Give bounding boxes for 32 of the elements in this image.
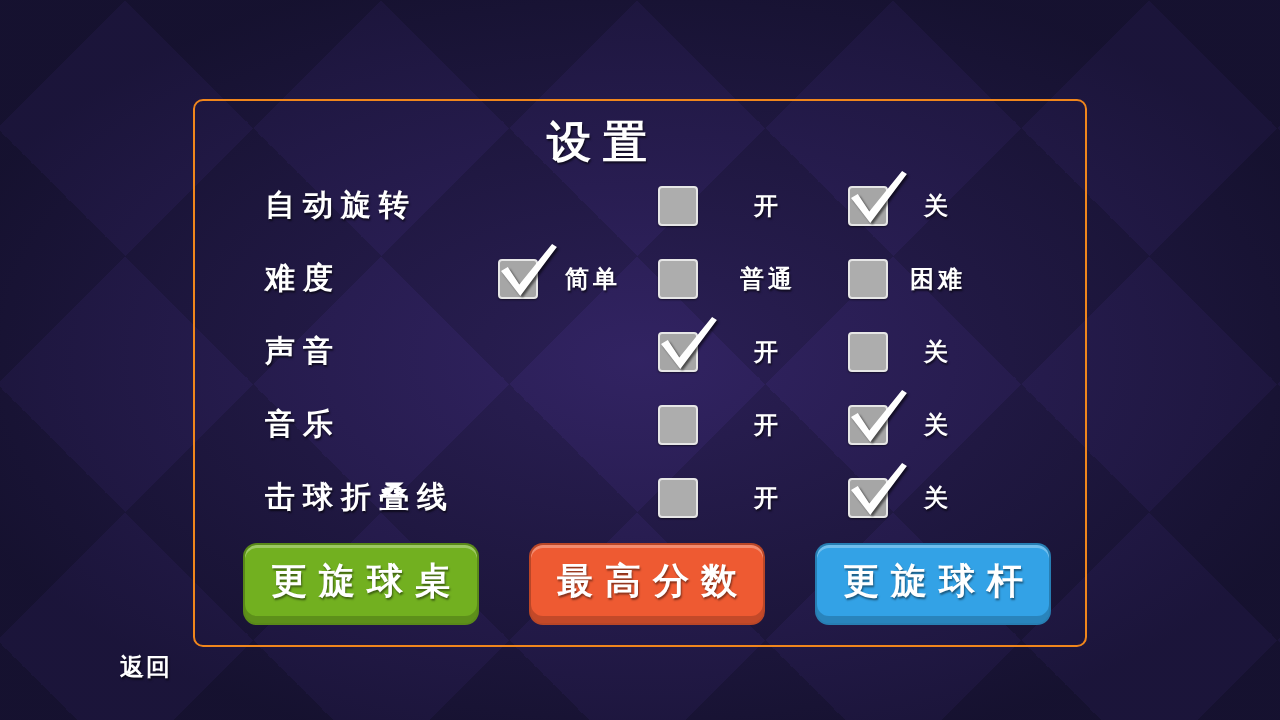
setting-label: 自动旋转 (265, 186, 418, 224)
check-icon (499, 243, 557, 296)
setting-label: 音乐 (265, 405, 342, 443)
option-label: 关 (923, 336, 953, 368)
check-icon (849, 389, 907, 442)
option-label: 简单 (564, 263, 622, 295)
checkbox[interactable] (658, 185, 698, 226)
action-button[interactable]: 更旋球桌 (243, 543, 479, 625)
action-button[interactable]: 更旋球杆 (815, 543, 1051, 625)
check-icon (849, 462, 907, 515)
option-label: 开 (753, 409, 783, 441)
option-label: 困难 (909, 263, 967, 295)
checkbox[interactable] (848, 258, 888, 299)
option-label: 普通 (739, 263, 797, 295)
option-label: 开 (753, 336, 783, 368)
check-icon (659, 316, 717, 369)
setting-label: 难度 (265, 259, 342, 297)
settings-title: 设置 (547, 115, 659, 169)
check-icon (849, 170, 907, 223)
option-label: 开 (753, 190, 783, 222)
checkbox[interactable] (658, 404, 698, 445)
checkbox[interactable] (658, 258, 698, 299)
setting-label: 声音 (265, 332, 342, 370)
option-label: 开 (753, 482, 783, 514)
back-link[interactable]: 返回 (120, 653, 172, 681)
option-label: 关 (923, 482, 953, 514)
checkbox[interactable] (848, 331, 888, 372)
checkbox[interactable] (658, 477, 698, 518)
setting-label: 击球折叠线 (265, 478, 456, 516)
option-label: 关 (923, 190, 953, 222)
option-label: 关 (923, 409, 953, 441)
action-button[interactable]: 最高分数 (529, 543, 765, 625)
